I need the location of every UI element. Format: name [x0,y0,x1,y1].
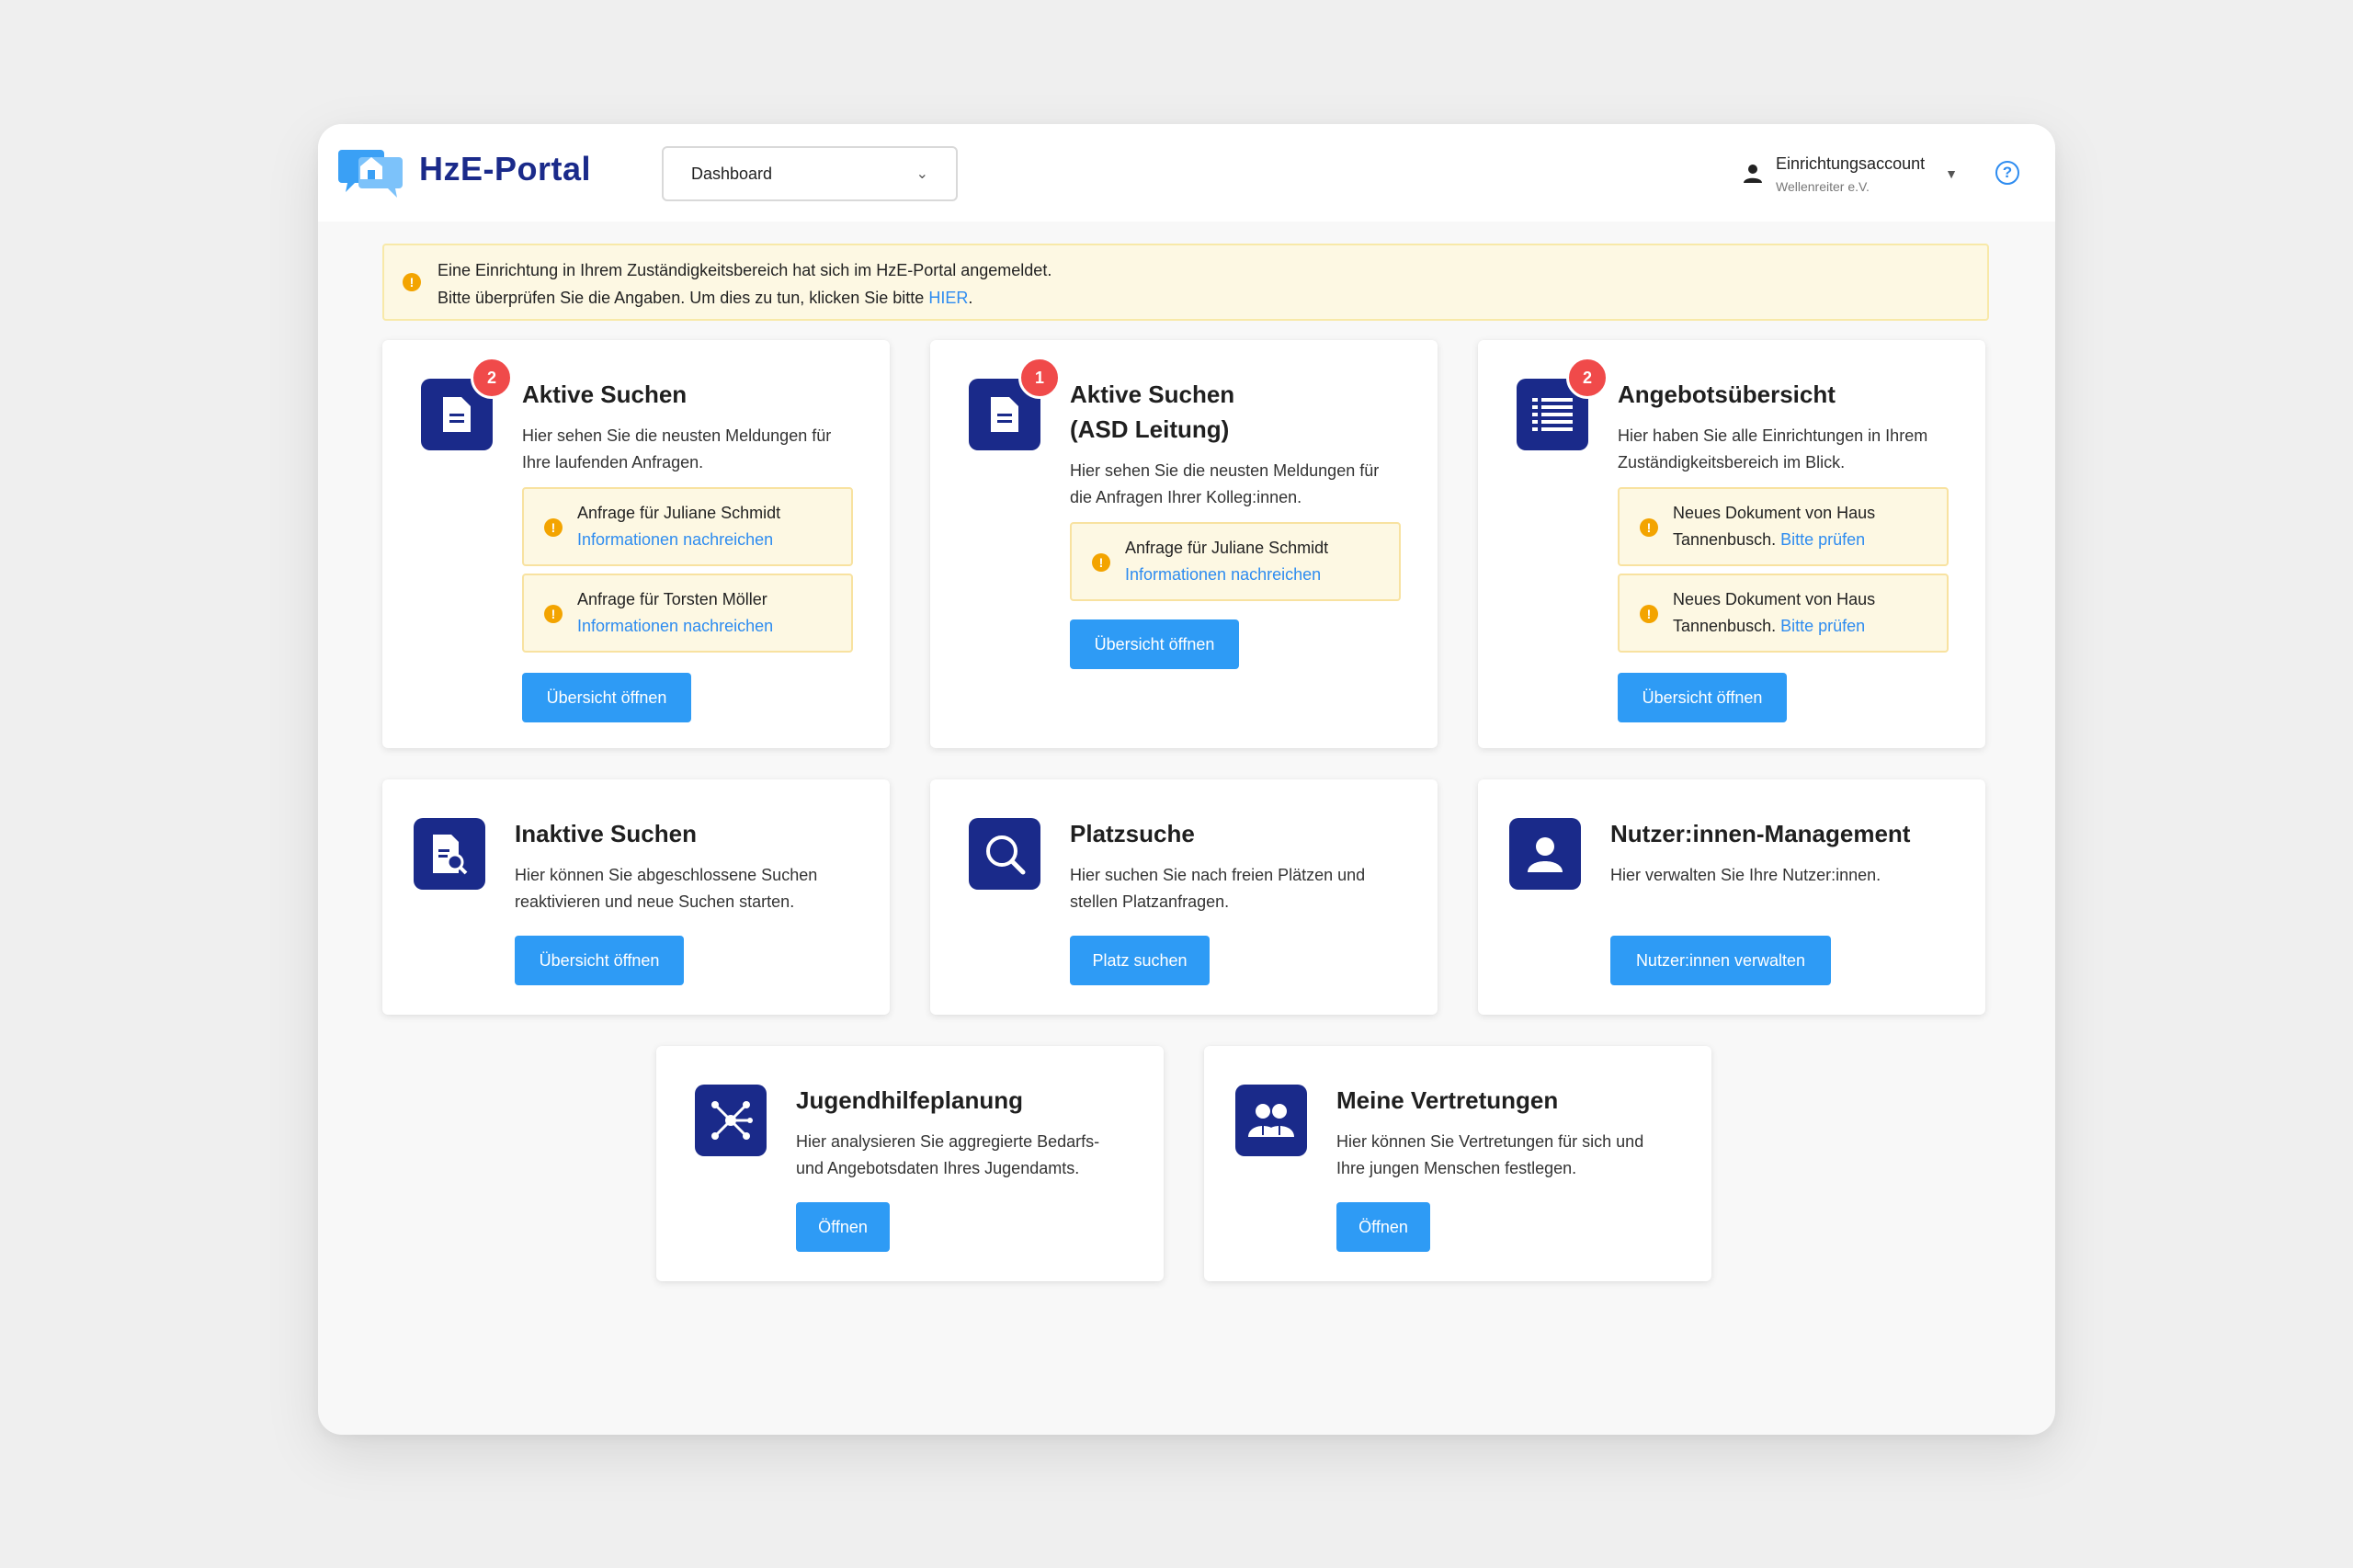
card-my-representatives: Meine Vertretungen Hier können Sie Vertr… [1204,1046,1711,1281]
provide-info-link[interactable]: Informationen nachreichen [577,527,851,553]
account-menu[interactable]: Einrichtungsaccount Wellenreiter e.V. ▼ [1743,146,1958,201]
app-window: HzE-Portal Dashboard ⌄ Einrichtungsaccou… [318,124,2055,1435]
card-user-management: Nutzer:innen-Management Hier verwalten S… [1478,779,1985,1015]
card-place-search: Platzsuche Hier suchen Sie nach freien P… [930,779,1438,1015]
warning-icon: ! [1640,605,1658,623]
provide-info-link[interactable]: Informationen nachreichen [577,613,851,640]
card-title: Nutzer:innen-Management [1610,820,1911,847]
warning-icon: ! [544,518,563,537]
notice-line-1: Eine Einrichtung in Ihrem Zuständigkeits… [438,261,1052,279]
notice-line-2: Bitte überprüfen Sie die Angaben. Um die… [438,289,973,307]
view-select[interactable]: Dashboard ⌄ [662,146,958,201]
alert-item: ! Anfrage für Juliane Schmidt Informatio… [522,487,853,566]
brand-title: HzE-Portal [419,150,592,187]
open-button[interactable]: Öffnen [1336,1202,1430,1252]
notice-link[interactable]: HIER [928,289,968,307]
card-title: Aktive Suchen [522,381,688,408]
open-overview-button[interactable]: Übersicht öffnen [1618,673,1787,722]
alert-item: ! Neues Dokument von Haus Tannenbusch. B… [1618,487,1949,566]
registration-notice: ! Eine Einrichtung in Ihrem Zuständigkei… [382,244,1989,321]
notification-badge: 1 [1018,357,1061,399]
open-overview-button[interactable]: Übersicht öffnen [515,936,684,985]
open-overview-button[interactable]: Übersicht öffnen [522,673,691,722]
view-select-value: Dashboard [691,164,773,183]
card-active-searches-asd: 1 Aktive Suchen (ASD Leitung) Hier sehen… [930,340,1438,748]
account-name: Einrichtungsaccount [1776,153,1926,173]
top-bar: HzE-Portal Dashboard ⌄ Einrichtungsaccou… [318,124,2055,222]
card-description: Hier können Sie Vertretungen für sich un… [1336,1132,1644,1177]
search-place-button[interactable]: Platz suchen [1070,936,1210,985]
card-description: Hier haben Sie alle Einrichtungen in Ihr… [1618,426,1928,472]
card-description: Hier sehen Sie die neusten Meldungen für… [1070,461,1380,506]
manage-users-button[interactable]: Nutzer:innen verwalten [1610,936,1831,985]
please-check-link[interactable]: Bitte prüfen [1780,617,1865,635]
card-description: Hier analysieren Sie aggregierte Bedarfs… [796,1132,1100,1177]
card-description: Hier verwalten Sie Ihre Nutzer:innen. [1610,866,1881,884]
card-description: Hier suchen Sie nach freien Plätzen und … [1070,866,1366,911]
help-icon[interactable]: ? [1995,161,2019,185]
network-icon [695,1085,767,1156]
open-overview-button[interactable]: Übersicht öffnen [1070,619,1239,669]
warning-icon: ! [1092,553,1110,572]
notification-badge: 2 [1566,357,1608,399]
chevron-down-icon: ⌄ [915,166,928,182]
card-title: Meine Vertretungen [1336,1086,1559,1114]
card-offers-overview: 2 Angebotsübersicht Hier haben Sie alle … [1478,340,1985,748]
card-inactive-searches: Inaktive Suchen Hier können Sie abgeschl… [382,779,890,1015]
search-icon [969,818,1040,890]
user-icon [1509,818,1581,890]
warning-icon: ! [1640,518,1658,537]
warning-icon: ! [403,273,421,291]
alert-item: ! Neues Dokument von Haus Tannenbusch. B… [1618,574,1949,653]
card-description: Hier sehen Sie die neusten Meldungen für… [522,426,832,472]
alert-item: ! Anfrage für Torsten Möller Information… [522,574,853,653]
card-youth-planning: Jugendhilfeplanung Hier analysieren Sie … [656,1046,1164,1281]
notification-badge: 2 [471,357,513,399]
account-org: Wellenreiter e.V. [1776,178,1870,194]
please-check-link[interactable]: Bitte prüfen [1780,530,1865,549]
alert-item: ! Anfrage für Juliane Schmidt Informatio… [1070,522,1401,601]
open-button[interactable]: Öffnen [796,1202,890,1252]
card-title: Platzsuche [1070,820,1195,847]
card-description: Hier können Sie abgeschlossene Suchen re… [515,866,818,911]
hze-logo-icon [338,150,403,198]
card-active-searches: 2 Aktive Suchen Hier sehen Sie die neust… [382,340,890,748]
card-title: Angebotsübersicht [1618,381,1836,408]
card-title: Jugendhilfeplanung [796,1086,1023,1114]
caret-down-icon: ▼ [1945,166,1958,181]
card-title: Inaktive Suchen [515,820,697,847]
provide-info-link[interactable]: Informationen nachreichen [1125,562,1399,588]
user-icon [1744,165,1762,183]
group-icon [1235,1085,1307,1156]
document-search-icon [414,818,485,890]
warning-icon: ! [544,605,563,623]
card-title: Aktive Suchen (ASD Leitung) [1070,381,1235,443]
